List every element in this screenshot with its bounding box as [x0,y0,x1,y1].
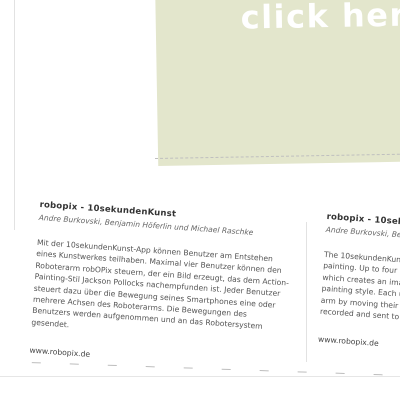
card-authors: Andre Burkovski, Be [325,224,400,240]
website-link[interactable]: www.robopix.de [318,335,400,352]
cut-dash [183,367,193,369]
cut-dash [107,364,117,367]
click-here-panel[interactable]: click here [155,0,400,166]
cut-dash [69,363,79,365]
card-description: Mit der 10sekundenKunst-App können Benut… [31,237,302,347]
bottom-edge-line [0,376,400,377]
page-edge-line [14,0,15,230]
cut-dash [221,368,231,371]
cut-dash [31,362,41,364]
card-description: The 10sekundenKun painting. Up to four u… [320,249,400,326]
cut-dash [335,372,345,374]
cut-dash [145,366,155,368]
photo-scene: click here robopix - 10sekundenKunst And… [0,0,400,400]
click-here-text[interactable]: click here [240,0,400,37]
card-german: robopix - 10sekundenKunst Andre Burkovsk… [29,200,304,373]
cut-dash [259,370,269,372]
cut-dash [297,371,307,373]
card-separator [306,222,307,362]
card-english: robopix - 10sekun Andre Burkovski, Be Th… [318,212,400,352]
